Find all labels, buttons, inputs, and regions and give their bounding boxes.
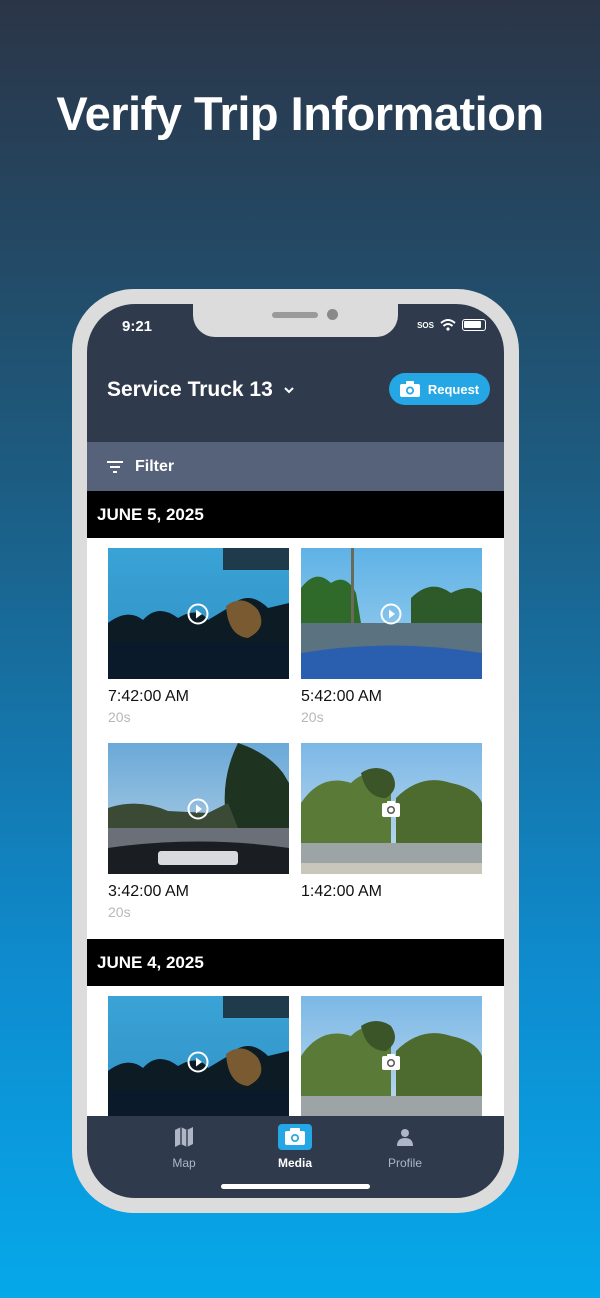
media-time: 5:42:00 AM bbox=[301, 688, 382, 705]
photo-thumbnail bbox=[301, 996, 482, 1127]
camera-icon bbox=[278, 1124, 312, 1150]
photo-icon bbox=[380, 798, 402, 820]
media-tile[interactable]: 5:42:00 AM 20s bbox=[301, 548, 482, 725]
video-thumbnail bbox=[108, 743, 289, 874]
tab-label: Media bbox=[277, 1156, 312, 1170]
play-icon bbox=[187, 798, 209, 820]
media-time: 3:42:00 AM bbox=[108, 883, 189, 900]
camera-icon bbox=[399, 381, 420, 397]
notch bbox=[193, 304, 398, 337]
photo-icon bbox=[380, 1051, 402, 1073]
filter-icon bbox=[107, 460, 123, 473]
play-icon bbox=[187, 603, 209, 625]
sos-indicator: SOS bbox=[417, 320, 434, 330]
map-icon bbox=[175, 1127, 193, 1147]
battery-icon bbox=[462, 319, 486, 331]
media-tile[interactable] bbox=[301, 996, 482, 1127]
request-button[interactable]: Request bbox=[389, 373, 490, 405]
media-time: 7:42:00 AM bbox=[108, 688, 189, 705]
date-header: JUNE 4, 2025 bbox=[87, 939, 504, 986]
tab-map[interactable]: Map bbox=[144, 1124, 224, 1170]
filter-label: Filter bbox=[135, 457, 175, 475]
vehicle-name: Service Truck 13 bbox=[107, 378, 273, 401]
video-thumbnail bbox=[108, 548, 289, 679]
video-thumbnail bbox=[301, 548, 482, 679]
promo-headline: Verify Trip Information bbox=[56, 87, 544, 140]
video-thumbnail bbox=[108, 996, 289, 1127]
chevron-down-icon bbox=[284, 387, 294, 394]
media-tile[interactable] bbox=[108, 996, 289, 1127]
tab-label: Map bbox=[172, 1156, 196, 1170]
tab-bar: Map Media Profile bbox=[87, 1116, 504, 1198]
play-icon bbox=[187, 1051, 209, 1073]
photo-thumbnail bbox=[301, 743, 482, 874]
vehicle-selector[interactable]: Service Truck 13 bbox=[107, 378, 295, 402]
request-label: Request bbox=[427, 381, 480, 397]
filter-button[interactable]: Filter bbox=[87, 442, 504, 491]
status-time: 9:21 bbox=[122, 318, 153, 335]
home-indicator bbox=[221, 1184, 370, 1189]
person-icon bbox=[397, 1129, 413, 1146]
app-header: Service Truck 13 Request bbox=[87, 352, 504, 442]
media-duration: 20s bbox=[301, 709, 324, 725]
play-icon bbox=[380, 603, 402, 625]
wifi-icon bbox=[440, 319, 456, 331]
media-tile[interactable]: 1:42:00 AM bbox=[301, 743, 482, 901]
status-icons: SOS bbox=[417, 319, 486, 331]
phone-screen: 9:21 SOS Service Truck 13 Request Filter… bbox=[87, 304, 504, 1198]
media-time: 1:42:00 AM bbox=[301, 883, 382, 900]
date-header: JUNE 5, 2025 bbox=[87, 491, 504, 538]
front-camera bbox=[327, 309, 338, 320]
media-duration: 20s bbox=[108, 904, 131, 920]
media-tile[interactable]: 3:42:00 AM 20s bbox=[108, 743, 289, 920]
tab-profile[interactable]: Profile bbox=[365, 1124, 445, 1170]
media-duration: 20s bbox=[108, 709, 131, 725]
media-tile[interactable]: 7:42:00 AM 20s bbox=[108, 548, 289, 725]
tab-label: Profile bbox=[387, 1156, 422, 1170]
speaker-grille bbox=[272, 312, 318, 318]
tab-media[interactable]: Media bbox=[255, 1124, 335, 1170]
phone-frame: 9:21 SOS Service Truck 13 Request Filter… bbox=[72, 289, 519, 1213]
